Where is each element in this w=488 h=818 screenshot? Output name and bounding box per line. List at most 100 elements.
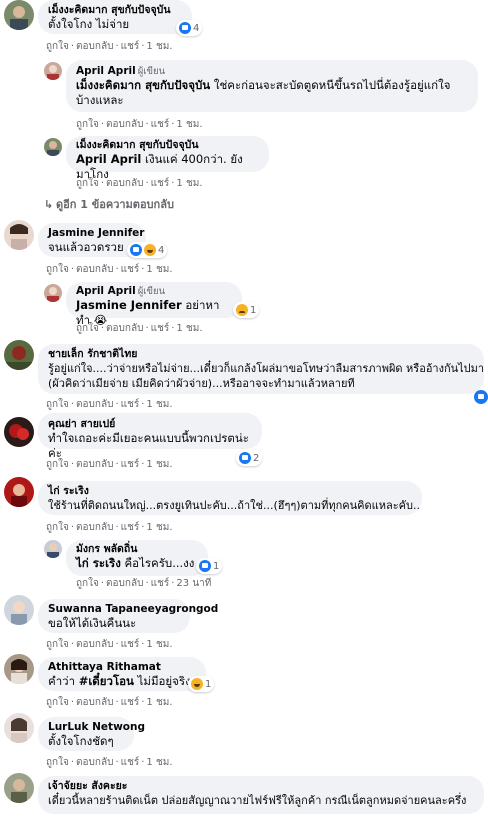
share-button[interactable]: แชร์ (151, 578, 170, 589)
reply-button[interactable]: ตอบกลับ (76, 399, 113, 410)
like-button[interactable]: ถูกใจ (46, 639, 69, 650)
timestamp[interactable]: 1 ชม. (176, 323, 202, 334)
like-button[interactable]: ถูกใจ (76, 323, 99, 334)
reply-button[interactable]: ตอบกลับ (76, 264, 113, 275)
avatar[interactable] (44, 138, 62, 156)
commenter-name[interactable]: มังกร พลัดถิ่น (76, 543, 198, 556)
share-button[interactable]: แชร์ (121, 264, 140, 275)
commenter-name[interactable]: เจ้าจัยยะ สังคะยะ (48, 780, 474, 793)
hashtag-link[interactable]: #เดี๋ยวโอน (79, 674, 134, 688)
avatar[interactable] (44, 284, 62, 302)
avatar[interactable] (4, 220, 34, 250)
avatar[interactable] (4, 654, 34, 684)
avatar[interactable] (4, 595, 34, 625)
reply-button[interactable]: ตอบกลับ (106, 178, 143, 189)
like-button[interactable]: ถูกใจ (46, 459, 69, 470)
reaction-summary[interactable]: 2 (236, 450, 263, 466)
view-more-replies-label: ดูอีก 1 ข้อความตอบกลับ (56, 198, 174, 211)
avatar[interactable] (44, 540, 62, 558)
reply-button[interactable]: ตอบกลับ (76, 639, 113, 650)
reply-button[interactable]: ตอบกลับ (106, 578, 143, 589)
author-badge: ผู้เขียน (137, 286, 166, 297)
reaction-summary[interactable]: 1 (233, 302, 260, 318)
timestamp[interactable]: 1 ชม. (146, 697, 172, 708)
timestamp[interactable]: 1 ชม. (176, 178, 202, 189)
reply-button[interactable]: ตอบกลับ (106, 323, 143, 334)
avatar[interactable] (4, 417, 34, 447)
avatar[interactable] (4, 0, 34, 30)
share-button[interactable]: แชร์ (121, 757, 140, 768)
commenter-name-text[interactable]: April April (76, 285, 136, 297)
like-button[interactable]: ถูกใจ (46, 264, 69, 275)
like-button[interactable]: ถูกใจ (46, 399, 69, 410)
separator: · (100, 178, 105, 189)
commenter-name[interactable]: ไก่ ระเริง (48, 485, 412, 498)
reaction-summary[interactable]: 4 (127, 242, 168, 258)
commenter-name[interactable]: เม็งงะคิดมาก สุขกับปัจจุบัน (48, 4, 182, 17)
haha-icon (144, 244, 156, 256)
commenter-name[interactable]: LurLuk Netwong (48, 721, 145, 734)
share-button[interactable]: แชร์ (121, 697, 140, 708)
timestamp[interactable]: 1 ชม. (146, 399, 172, 410)
commenter-name[interactable]: ชายเล็ก รักชาติไทย (48, 348, 474, 361)
like-button[interactable]: ถูกใจ (46, 697, 69, 708)
like-button[interactable]: ถูกใจ (76, 119, 99, 130)
like-button[interactable]: ถูกใจ (76, 178, 99, 189)
reply-button[interactable]: ตอบกลับ (76, 697, 113, 708)
avatar[interactable] (44, 62, 62, 80)
mention-link[interactable]: ไก่ ระเริง (76, 556, 121, 570)
reaction-summary[interactable]: 4 (176, 20, 203, 36)
view-more-replies-button[interactable]: ↳ ดูอีก 1 ข้อความตอบกลับ (44, 195, 174, 213)
reply-button[interactable]: ตอบกลับ (76, 41, 113, 52)
like-button[interactable]: ถูกใจ (46, 41, 69, 52)
like-button[interactable]: ถูกใจ (46, 757, 69, 768)
avatar[interactable] (4, 773, 34, 803)
share-button[interactable]: แชร์ (121, 41, 140, 52)
reaction-count: 1 (205, 678, 212, 690)
author-badge: ผู้เขียน (137, 66, 166, 77)
separator: · (141, 697, 145, 708)
comment-bubble: เม็งงะคิดมาก สุขกับปัจจุบัน April April … (66, 136, 269, 181)
timestamp[interactable]: 23 นาที (176, 578, 211, 589)
separator: · (100, 119, 105, 130)
avatar[interactable] (4, 477, 34, 507)
reply-button[interactable]: ตอบกลับ (76, 459, 113, 470)
commenter-name[interactable]: คุณย่า สายเปย์ (48, 418, 252, 431)
commenter-name[interactable]: April April ผู้เขียน (76, 285, 232, 298)
timestamp[interactable]: 1 ชม. (146, 639, 172, 650)
avatar[interactable] (4, 340, 34, 370)
share-button[interactable]: แชร์ (121, 639, 140, 650)
reply-button[interactable]: ตอบกลับ (76, 757, 113, 768)
share-button[interactable]: แชร์ (121, 399, 140, 410)
mention-link[interactable]: April April (76, 152, 141, 166)
share-button[interactable]: แชร์ (151, 178, 170, 189)
like-button[interactable]: ถูกใจ (46, 522, 69, 533)
comment-actions: ถูกใจ · ตอบกลับ · แชร์ · 1 ชม. (76, 178, 203, 190)
timestamp[interactable]: 1 ชม. (146, 522, 172, 533)
mention-link[interactable]: Jasmine Jennifer (76, 298, 182, 312)
commenter-name[interactable]: เม็งงะคิดมาก สุขกับปัจจุบัน (76, 139, 259, 152)
avatar[interactable] (4, 713, 34, 743)
share-button[interactable]: แชร์ (151, 323, 170, 334)
reply-button[interactable]: ตอบกลับ (76, 522, 113, 533)
commenter-name-text[interactable]: April April (76, 65, 136, 77)
timestamp[interactable]: 1 ชม. (146, 459, 172, 470)
reply-button[interactable]: ตอบกลับ (106, 119, 143, 130)
mention-link[interactable]: เม็งงะคิดมาก สุขกับปัจจุบัน (76, 78, 210, 92)
timestamp[interactable]: 1 ชม. (146, 41, 172, 52)
commenter-name[interactable]: Athittaya Rithamat (48, 661, 196, 674)
commenter-name[interactable]: April April ผู้เขียน (76, 65, 468, 78)
reaction-summary[interactable]: 1 (196, 558, 223, 574)
share-button[interactable]: แชร์ (151, 119, 170, 130)
commenter-name[interactable]: Suwanna Tapaneeyagrongod (48, 603, 218, 616)
reply-arrow-icon: ↳ (44, 198, 54, 211)
share-button[interactable]: แชร์ (121, 459, 140, 470)
timestamp[interactable]: 1 ชม. (146, 757, 172, 768)
like-button[interactable]: ถูกใจ (76, 578, 99, 589)
timestamp[interactable]: 1 ชม. (176, 119, 202, 130)
reaction-summary[interactable]: 1 (188, 676, 215, 692)
timestamp[interactable]: 1 ชม. (146, 264, 172, 275)
separator: · (100, 323, 105, 334)
share-button[interactable]: แชร์ (121, 522, 140, 533)
commenter-name[interactable]: Jasmine Jennifer (48, 227, 144, 240)
